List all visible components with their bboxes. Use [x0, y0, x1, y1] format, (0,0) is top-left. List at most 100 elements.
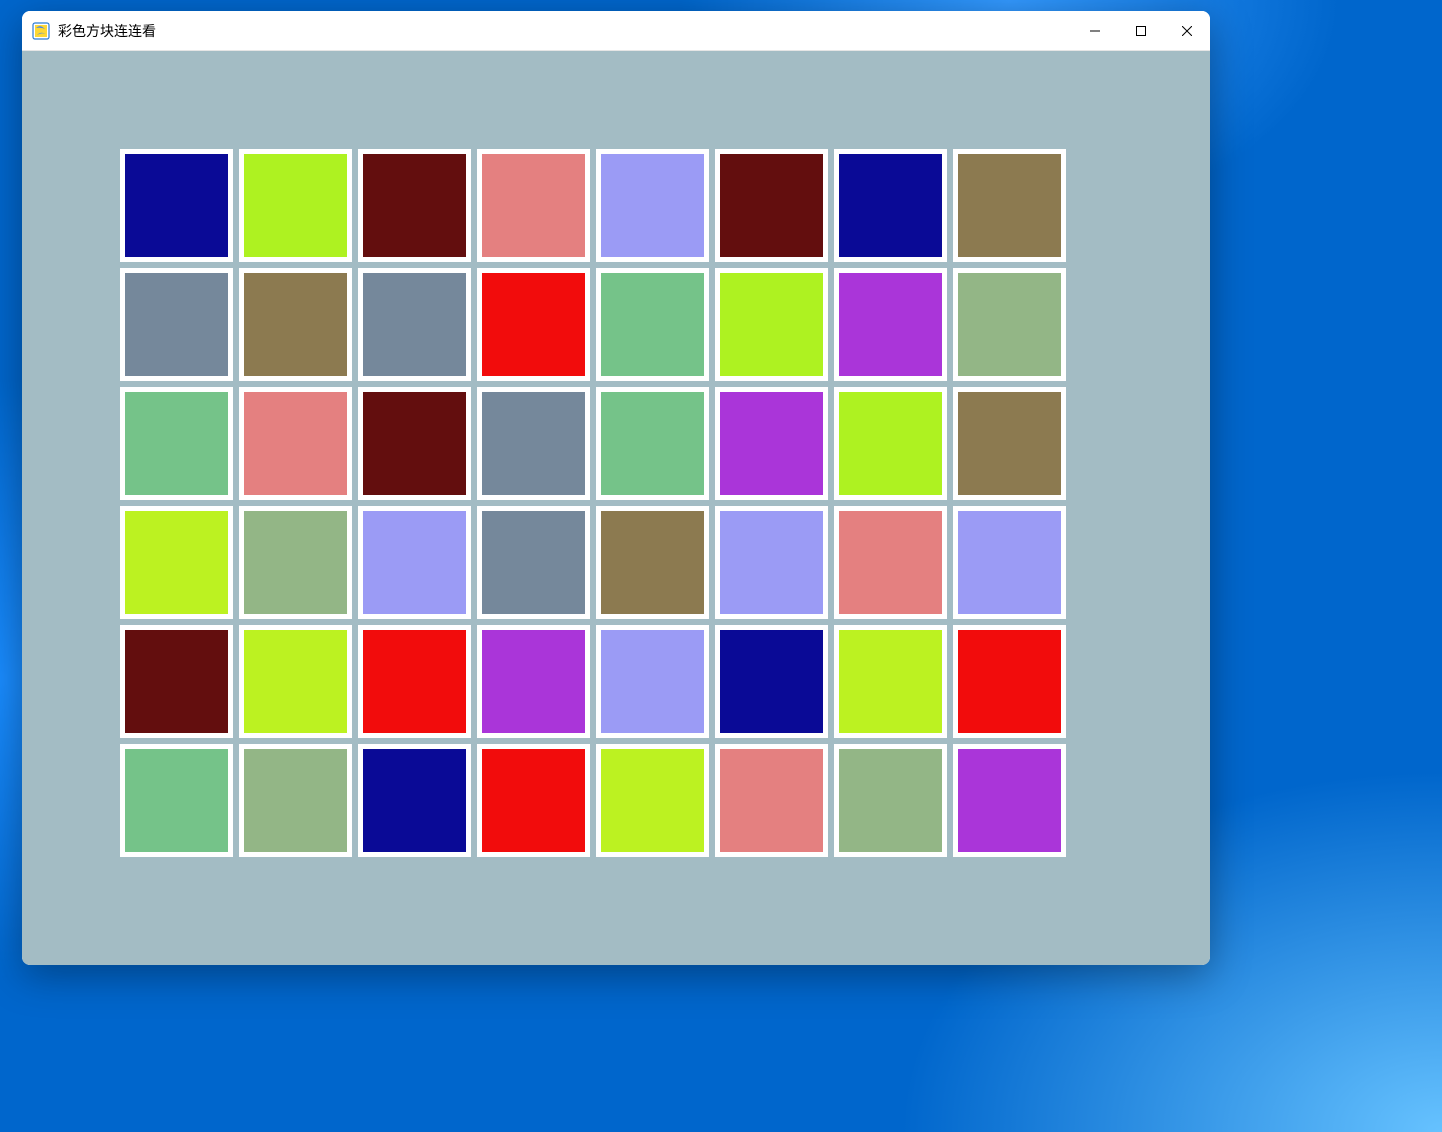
tile-color	[839, 630, 942, 733]
tile[interactable]	[477, 149, 590, 262]
tile-color	[958, 154, 1061, 257]
tile-color	[958, 630, 1061, 733]
tile-color	[839, 154, 942, 257]
tile-color	[482, 511, 585, 614]
tile[interactable]	[834, 744, 947, 857]
tile[interactable]	[715, 625, 828, 738]
tile[interactable]	[953, 268, 1066, 381]
tile[interactable]	[596, 625, 709, 738]
tile-color	[720, 511, 823, 614]
titlebar[interactable]: 彩色方块连连看	[22, 11, 1210, 51]
tile[interactable]	[953, 387, 1066, 500]
tile[interactable]	[953, 506, 1066, 619]
tile[interactable]	[834, 149, 947, 262]
tile-color	[958, 273, 1061, 376]
tile[interactable]	[120, 744, 233, 857]
minimize-button[interactable]	[1072, 11, 1118, 51]
tile[interactable]	[715, 744, 828, 857]
tile-color	[125, 392, 228, 495]
app-icon	[32, 22, 50, 40]
tile-color	[720, 392, 823, 495]
tile[interactable]	[596, 506, 709, 619]
tile[interactable]	[715, 149, 828, 262]
tile[interactable]	[358, 387, 471, 500]
tile[interactable]	[358, 506, 471, 619]
tile-color	[601, 154, 704, 257]
maximize-button[interactable]	[1118, 11, 1164, 51]
tile-color	[125, 749, 228, 852]
tile-color	[601, 273, 704, 376]
tile-color	[482, 630, 585, 733]
tile-color	[601, 511, 704, 614]
tile[interactable]	[596, 387, 709, 500]
tile[interactable]	[358, 744, 471, 857]
tile[interactable]	[715, 268, 828, 381]
tile[interactable]	[239, 625, 352, 738]
tile-color	[363, 392, 466, 495]
tile-color	[363, 273, 466, 376]
tile[interactable]	[358, 149, 471, 262]
tile[interactable]	[477, 744, 590, 857]
tile[interactable]	[834, 506, 947, 619]
tile-color	[244, 154, 347, 257]
tile-color	[244, 273, 347, 376]
tile-color	[720, 630, 823, 733]
tile[interactable]	[120, 387, 233, 500]
tile[interactable]	[834, 625, 947, 738]
tile[interactable]	[834, 268, 947, 381]
tile-color	[601, 749, 704, 852]
tile[interactable]	[239, 744, 352, 857]
tile[interactable]	[953, 149, 1066, 262]
tile[interactable]	[239, 149, 352, 262]
tile[interactable]	[120, 625, 233, 738]
tile-grid	[117, 146, 1069, 860]
tile-color	[958, 749, 1061, 852]
window-title: 彩色方块连连看	[58, 21, 156, 41]
tile-color	[958, 511, 1061, 614]
tile[interactable]	[358, 625, 471, 738]
tile-color	[244, 392, 347, 495]
tile[interactable]	[239, 506, 352, 619]
tile[interactable]	[953, 625, 1066, 738]
tile-color	[482, 749, 585, 852]
tile[interactable]	[239, 387, 352, 500]
tile[interactable]	[120, 268, 233, 381]
tile[interactable]	[477, 625, 590, 738]
tile[interactable]	[477, 506, 590, 619]
tile[interactable]	[120, 506, 233, 619]
close-button[interactable]	[1164, 11, 1210, 51]
tile[interactable]	[596, 149, 709, 262]
tile-color	[244, 511, 347, 614]
tile-color	[839, 511, 942, 614]
tile-color	[958, 392, 1061, 495]
tile-color	[244, 749, 347, 852]
tile-color	[363, 630, 466, 733]
tile[interactable]	[596, 268, 709, 381]
tile-color	[601, 630, 704, 733]
tile-color	[125, 511, 228, 614]
app-window: 彩色方块连连看	[22, 11, 1210, 965]
tile-color	[839, 392, 942, 495]
tile[interactable]	[120, 149, 233, 262]
minimize-icon	[1090, 26, 1100, 36]
tile-color	[482, 154, 585, 257]
tile-color	[363, 511, 466, 614]
tile[interactable]	[953, 744, 1066, 857]
tile-color	[244, 630, 347, 733]
tile-color	[482, 273, 585, 376]
tile[interactable]	[239, 268, 352, 381]
tile[interactable]	[358, 268, 471, 381]
tile[interactable]	[477, 387, 590, 500]
tile[interactable]	[715, 387, 828, 500]
tile[interactable]	[477, 268, 590, 381]
tile[interactable]	[715, 506, 828, 619]
tile-color	[720, 749, 823, 852]
tile[interactable]	[596, 744, 709, 857]
tile[interactable]	[834, 387, 947, 500]
tile-color	[601, 392, 704, 495]
tile-color	[839, 749, 942, 852]
game-board	[22, 51, 1210, 965]
tile-color	[720, 154, 823, 257]
tile-color	[363, 749, 466, 852]
maximize-icon	[1136, 26, 1146, 36]
